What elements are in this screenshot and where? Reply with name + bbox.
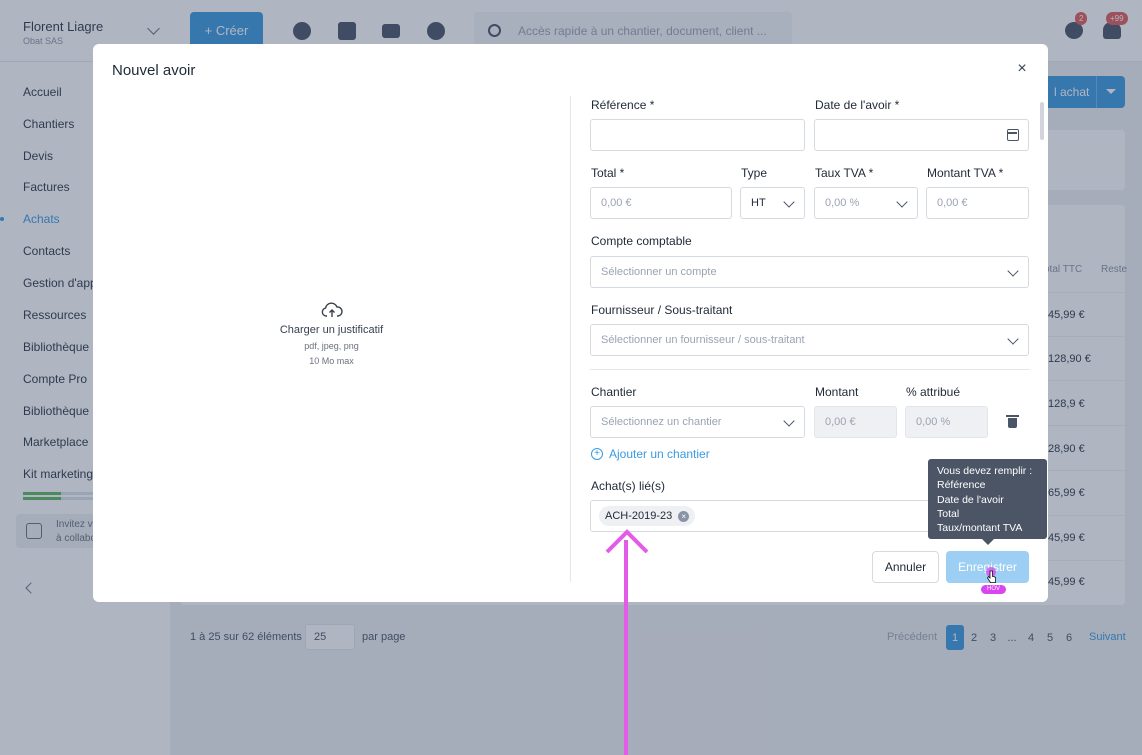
date-label: Date de l'avoir *: [815, 98, 900, 112]
new-credit-note-modal: Nouvel avoir × Charger un justificatif p…: [93, 44, 1048, 602]
compte-placeholder: Sélectionner un compte: [601, 266, 717, 278]
add-chantier-label: Ajouter un chantier: [609, 447, 710, 461]
total-input[interactable]: 0,00 €: [590, 187, 732, 219]
attribue-label: % attribué: [906, 385, 961, 399]
remove-tag-icon[interactable]: ×: [678, 510, 690, 522]
montant-tva-label: Montant TVA *: [927, 166, 1004, 180]
linked-achat-tag-label: ACH-2019-23: [605, 510, 673, 522]
type-label: Type: [741, 166, 768, 180]
montant-label: Montant: [815, 385, 859, 399]
modal-title: Nouvel avoir: [112, 62, 196, 79]
tooltip-line: Taux/montant TVA: [937, 522, 1023, 535]
validation-tooltip: Vous devez remplir : Référence Date de l…: [928, 459, 1047, 545]
trash-icon[interactable]: [1006, 415, 1019, 428]
montant-input: 0,00 €: [814, 406, 897, 438]
fournisseur-select[interactable]: Sélectionner un fournisseur / sous-trait…: [590, 324, 1029, 356]
taux-tva-placeholder: 0,00 %: [825, 197, 860, 209]
tooltip-line: Total: [937, 507, 960, 520]
type-select[interactable]: HT: [740, 187, 805, 219]
scrollbar[interactable]: [1040, 102, 1044, 140]
chevron-down-icon: [896, 196, 908, 208]
upload-dropzone[interactable]: Charger un justificatif pdf, jpeg, png 1…: [93, 302, 570, 366]
compte-select[interactable]: Sélectionner un compte: [590, 256, 1029, 288]
date-input[interactable]: [814, 119, 1029, 151]
tooltip-line: Date de l'avoir: [937, 493, 1004, 506]
fournisseur-label: Fournisseur / Sous-traitant: [591, 303, 733, 317]
chevron-down-icon: [1007, 333, 1019, 345]
annotation-arrowhead: [605, 529, 649, 554]
hover-badge: HOV: [981, 585, 1006, 594]
reference-label: Référence *: [591, 98, 655, 112]
chevron-down-icon: [783, 196, 795, 208]
upload-formats: pdf, jpeg, png: [304, 341, 359, 351]
plus-circle-icon: +: [591, 448, 603, 460]
reference-input[interactable]: [590, 119, 805, 151]
annotation-arrow: [624, 540, 628, 755]
upload-title: Charger un justificatif: [279, 324, 384, 336]
pointer-cursor-icon: [987, 570, 996, 583]
achats-lies-label: Achat(s) lié(s): [591, 479, 666, 493]
montant-tva-input[interactable]: 0,00 €: [926, 187, 1029, 219]
fournisseur-placeholder: Sélectionner un fournisseur / sous-trait…: [601, 334, 805, 346]
upload-max-size: 10 Mo max: [309, 356, 354, 366]
cloud-upload-icon: [321, 302, 343, 317]
chevron-down-icon: [783, 415, 795, 427]
chantier-label: Chantier: [591, 385, 637, 399]
attribue-input: 0,00 %: [905, 406, 988, 438]
taux-tva-label: Taux TVA *: [815, 166, 874, 180]
tooltip-line: Référence: [937, 479, 986, 492]
type-value: HT: [751, 197, 766, 209]
chantier-placeholder: Sélectionnez un chantier: [601, 416, 722, 428]
add-chantier-link[interactable]: + Ajouter un chantier: [591, 447, 710, 461]
taux-tva-select[interactable]: 0,00 %: [814, 187, 918, 219]
linked-achat-tag: ACH-2019-23 ×: [599, 506, 696, 526]
chevron-down-icon: [1007, 265, 1019, 277]
tooltip-line: Vous devez remplir :: [937, 465, 1033, 477]
calendar-icon[interactable]: [1007, 129, 1019, 141]
cancel-button[interactable]: Annuler: [872, 551, 939, 583]
total-label: Total *: [591, 166, 625, 180]
chantier-select[interactable]: Sélectionnez un chantier: [590, 406, 805, 438]
close-icon[interactable]: ×: [1015, 61, 1029, 77]
compte-label: Compte comptable: [591, 234, 692, 248]
